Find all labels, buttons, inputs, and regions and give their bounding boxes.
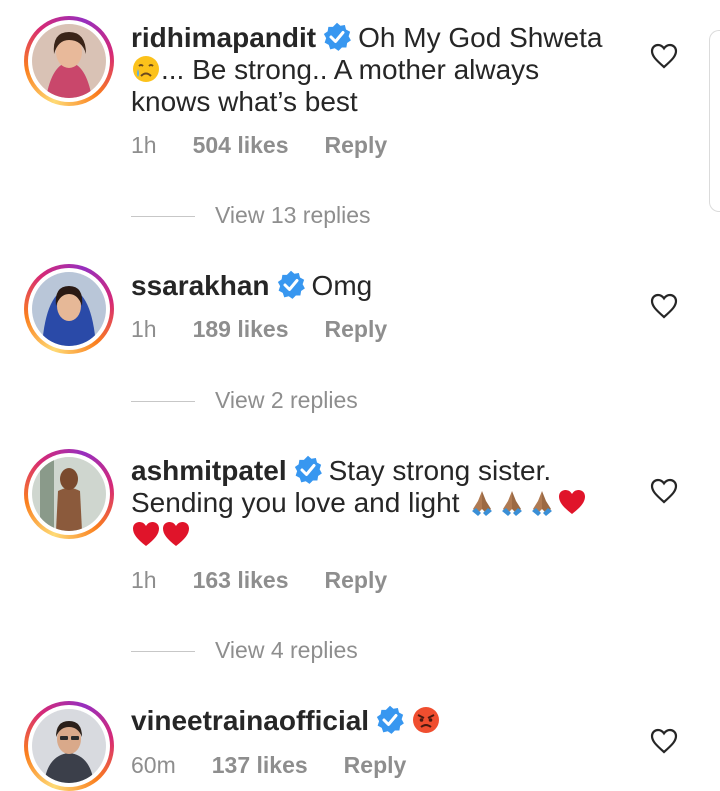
red-heart-icon — [161, 519, 191, 549]
comment-text: ridhimapandit Oh My God Shweta ... Be str… — [131, 22, 621, 118]
avatar — [32, 272, 106, 346]
verified-badge-icon — [293, 455, 323, 485]
folded-hands-icon — [497, 487, 527, 517]
comment-meta: 1h 163 likes Reply — [131, 567, 423, 594]
crying-face-icon — [131, 54, 161, 84]
like-heart-icon[interactable] — [650, 293, 678, 319]
likes-count[interactable]: 163 likes — [193, 567, 289, 593]
red-heart-icon — [131, 519, 161, 549]
likes-count[interactable]: 137 likes — [212, 752, 308, 778]
like-heart-icon[interactable] — [650, 43, 678, 69]
story-ring-avatar[interactable] — [24, 264, 114, 354]
folded-hands-icon — [467, 487, 497, 517]
folded-hands-icon — [527, 487, 557, 517]
timestamp: 60m — [131, 752, 176, 778]
reply-button[interactable]: Reply — [325, 567, 388, 593]
angry-face-icon — [411, 705, 441, 735]
username[interactable]: ashmitpatel — [131, 455, 287, 486]
comment-text: ashmitpatel Stay strong sister. Sending y… — [131, 455, 621, 551]
view-replies[interactable]: View 4 replies — [131, 637, 358, 664]
view-replies-label[interactable]: View 13 replies — [215, 202, 371, 228]
verified-badge-icon — [276, 270, 306, 300]
comment-body: Omg — [311, 270, 373, 301]
reply-button[interactable]: Reply — [344, 752, 407, 778]
reply-button[interactable]: Reply — [325, 132, 388, 158]
timestamp: 1h — [131, 316, 157, 342]
comment-meta: 1h 189 likes Reply — [131, 316, 423, 343]
red-heart-icon — [557, 487, 587, 517]
story-ring-avatar[interactable] — [24, 701, 114, 791]
avatar — [32, 24, 106, 98]
story-ring-avatar[interactable] — [24, 449, 114, 539]
reply-button[interactable]: Reply — [325, 316, 388, 342]
username[interactable]: vineetrainaofficial — [131, 705, 369, 736]
timestamp: 1h — [131, 132, 157, 158]
comment-text: vineetrainaofficial — [131, 705, 621, 737]
comment-body: Oh My God Shweta — [358, 22, 603, 53]
divider-line — [131, 651, 195, 653]
like-heart-icon[interactable] — [650, 728, 678, 754]
scroll-edge — [709, 30, 720, 212]
avatar — [32, 709, 106, 783]
avatar — [32, 457, 106, 531]
comment-text: ssarakhan Omg — [131, 270, 621, 302]
view-replies-label[interactable]: View 4 replies — [215, 637, 358, 663]
likes-count[interactable]: 504 likes — [193, 132, 289, 158]
comment-body-continued: ... Be strong.. A mother always knows wh… — [131, 54, 540, 117]
username[interactable]: ssarakhan — [131, 270, 270, 301]
view-replies-label[interactable]: View 2 replies — [215, 387, 358, 413]
likes-count[interactable]: 189 likes — [193, 316, 289, 342]
username[interactable]: ridhimapandit — [131, 22, 316, 53]
comment-meta: 60m 137 likes Reply — [131, 752, 442, 779]
verified-badge-icon — [375, 705, 405, 735]
story-ring-avatar[interactable] — [24, 16, 114, 106]
view-replies[interactable]: View 13 replies — [131, 202, 371, 229]
view-replies[interactable]: View 2 replies — [131, 387, 358, 414]
comment-meta: 1h 504 likes Reply — [131, 132, 423, 159]
divider-line — [131, 216, 195, 218]
divider-line — [131, 401, 195, 403]
verified-badge-icon — [322, 22, 352, 52]
like-heart-icon[interactable] — [650, 478, 678, 504]
timestamp: 1h — [131, 567, 157, 593]
